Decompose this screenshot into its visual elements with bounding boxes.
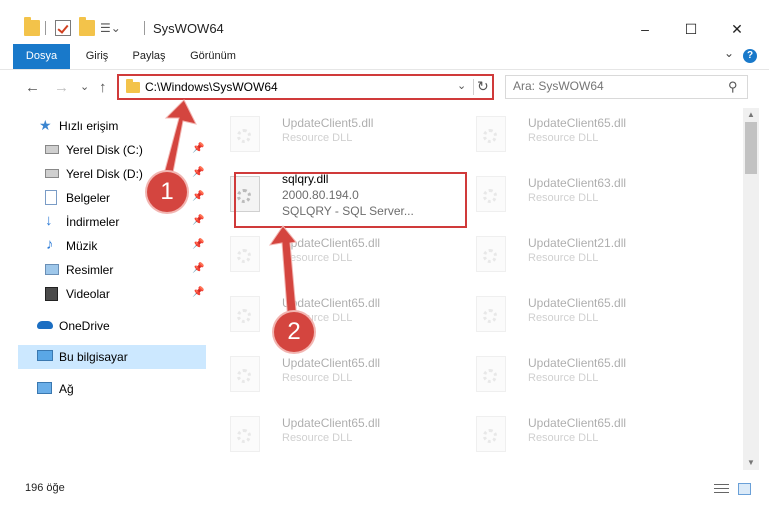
annotation-arrows <box>160 99 298 323</box>
step-badge-1: 1 <box>147 172 187 212</box>
step-badge-2: 2 <box>274 312 314 352</box>
arrow-to-file-icon <box>268 225 298 323</box>
